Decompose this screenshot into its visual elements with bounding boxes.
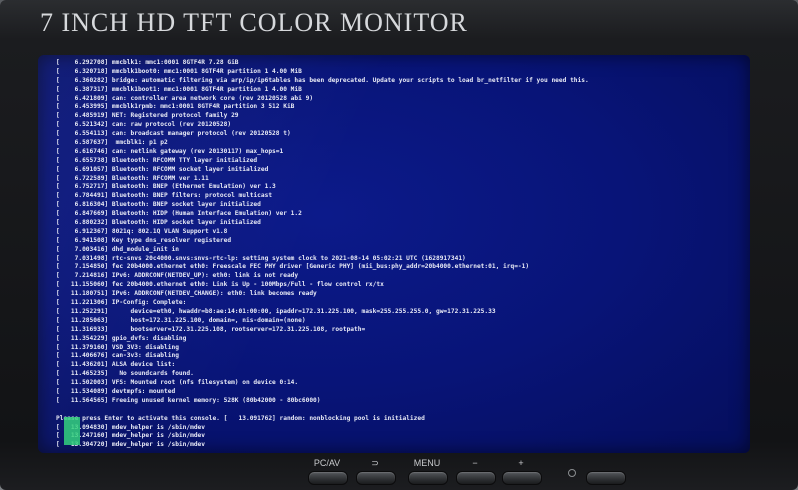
console-line: [ 11.252291] device=eth0, hwaddr=b8:ae:1… bbox=[56, 307, 496, 315]
btn-label-minus: − bbox=[472, 458, 478, 468]
console-line: [ 7.214816] IPv6: ADDRCONF(NETDEV_UP): e… bbox=[56, 272, 299, 280]
console-line: [ 6.616746] can: netlink gateway (rev 20… bbox=[56, 147, 284, 155]
console-line: [ 11.316933] bootserver=172.31.225.108, … bbox=[56, 325, 366, 333]
console-line: [ 6.847669] Bluetooth: HIDP (Human Inter… bbox=[56, 210, 302, 218]
console-line: [ 11.379160] VSD_3V3: disabling bbox=[56, 343, 179, 351]
console-line: [ 11.502003] VFS: Mounted root (nfs file… bbox=[56, 379, 299, 387]
console-line: [ 13.304720] mdev_helper is /sbin/mdev bbox=[56, 441, 206, 449]
monitor-screen: [ 6.292708] mmcblk1: mmc1:0001 8GTF4R 7.… bbox=[38, 55, 750, 453]
btn-label-pcav: PC/AV bbox=[313, 458, 341, 468]
plus-button[interactable] bbox=[502, 471, 542, 485]
console-line: [ 6.360282] bridge: automatic filtering … bbox=[56, 76, 589, 84]
console-line: [ 11.465235] No soundcards found. bbox=[56, 370, 194, 378]
console-line: [ 7.154850] fec 20b4000.ethernet eth0: F… bbox=[56, 263, 530, 271]
console-line: [ 11.406676] can-3v3: disabling bbox=[56, 352, 179, 360]
console-line: [ 6.722589] Bluetooth: RFCOMM ver 1.11 bbox=[56, 174, 209, 182]
console-cursor-artifact bbox=[64, 417, 80, 445]
console-line: [ 6.421809] can: controller area network… bbox=[56, 94, 314, 102]
console-line: Please press Enter to activate this cons… bbox=[56, 414, 425, 422]
console-line: [ 6.691057] Bluetooth: RFCOMM socket lay… bbox=[56, 165, 269, 173]
console-line: [ 13.094830] mdev_helper is /sbin/mdev bbox=[56, 423, 206, 431]
console-line: [ 6.320718] mmcblk1boot0: mmc1:0001 8GTF… bbox=[56, 67, 302, 75]
console-line: [ 6.453995] mmcblk1rpmb: mmc1:0001 8GTF4… bbox=[56, 103, 295, 111]
power-indicator-icon bbox=[568, 469, 576, 477]
console-line: [ 6.784491] Bluetooth: BNEP filters: pro… bbox=[56, 192, 273, 200]
console-line: [ 6.485919] NET: Registered protocol fam… bbox=[56, 112, 239, 120]
console-line: [ 11.564565] Freeing unused kernel memor… bbox=[56, 396, 321, 404]
console-line: [ 6.387317] mmcblk1boot1: mmc1:0001 8GTF… bbox=[56, 85, 302, 93]
console-line: [ 6.941508] Key type dns_resolver regist… bbox=[56, 236, 232, 244]
console-line: [ 11.285063] host=172.31.225.100, domain… bbox=[56, 316, 306, 324]
menu-button[interactable] bbox=[408, 471, 448, 485]
power-button[interactable] bbox=[586, 471, 626, 485]
console-line: [ 11.221306] IP-Config: Complete: bbox=[56, 299, 187, 307]
console-line: [ 6.655738] Bluetooth: RFCOMM TTY layer … bbox=[56, 156, 258, 164]
console-line: [ 7.003416] dhd_module_init in bbox=[56, 245, 179, 253]
boot-console: [ 6.292708] mmcblk1: mmc1:0001 8GTF4R 7.… bbox=[56, 59, 746, 450]
console-line: [ 6.554113] can: broadcast manager proto… bbox=[56, 130, 291, 138]
console-line: [ 6.521342] can: raw protocol (rev 20120… bbox=[56, 121, 232, 129]
console-line: [ 13.247160] mdev_helper is /sbin/mdev bbox=[56, 432, 206, 440]
return-button[interactable] bbox=[356, 471, 396, 485]
console-line: [ 11.534089] devtmpfs: mounted bbox=[56, 387, 176, 395]
btn-label-menu: MENU bbox=[413, 458, 441, 468]
btn-label-return: ⊃ bbox=[371, 458, 379, 468]
console-line: [ 6.880232] Bluetooth: HIDP socket layer… bbox=[56, 219, 261, 227]
console-line: [ 6.292708] mmcblk1: mmc1:0001 8GTF4R 7.… bbox=[56, 59, 239, 66]
btn-label-plus: + bbox=[518, 458, 524, 468]
console-line: [ 11.180751] IPv6: ADDRCONF(NETDEV_CHANG… bbox=[56, 290, 317, 298]
console-line: [ 6.752717] Bluetooth: BNEP (Ethernet Em… bbox=[56, 183, 276, 191]
console-line: [ 11.436201] ALSA device list: bbox=[56, 361, 176, 369]
console-line: [ 6.587637] mmcblk1: p1 p2 bbox=[56, 139, 168, 147]
console-line: [ 11.155060] fec 20b4000.ethernet eth0: … bbox=[56, 281, 384, 289]
pc-av-button[interactable] bbox=[308, 471, 348, 485]
console-line: [ 11.354229] gpio_dvfs: disabling bbox=[56, 334, 187, 342]
console-line: [ 6.816304] Bluetooth: BNEP socket layer… bbox=[56, 201, 261, 209]
console-line: [ 7.031498] rtc-snvs 20c4000.snvs:snvs-r… bbox=[56, 254, 466, 262]
minus-button[interactable] bbox=[456, 471, 496, 485]
monitor-control-buttons: PC/AV ⊃ MENU − + bbox=[300, 455, 640, 490]
monitor-brand-label: 7 INCH HD TFT COLOR MONITOR bbox=[40, 8, 468, 37]
console-line: [ 6.912367] 8021q: 802.1Q VLAN Support v… bbox=[56, 227, 228, 235]
